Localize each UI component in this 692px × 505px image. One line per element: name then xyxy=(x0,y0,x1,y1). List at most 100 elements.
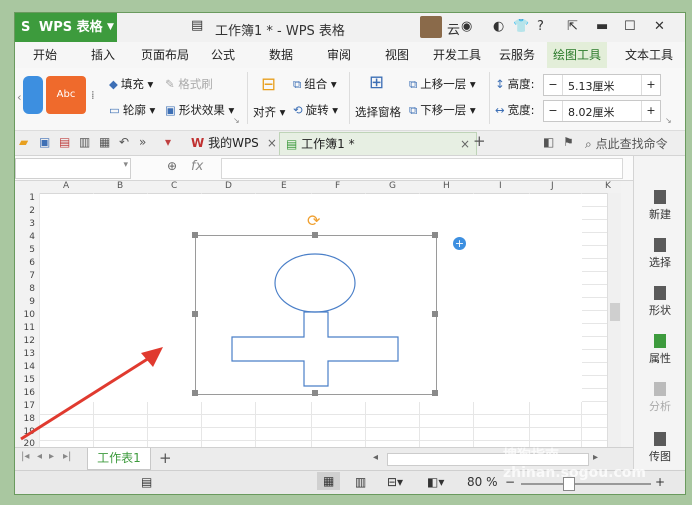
tab-view[interactable]: 视图 xyxy=(385,42,409,68)
close-tab-icon[interactable]: × xyxy=(267,136,277,150)
cloud-status-icon[interactable]: ◉ xyxy=(461,19,472,34)
formula-input[interactable] xyxy=(221,158,623,179)
sheet-nav-prev-icon[interactable]: ◂ xyxy=(37,451,42,462)
size-dialog-launcher-icon[interactable]: ↘ xyxy=(665,116,672,125)
page-layout-view-button[interactable]: ⊟▾ xyxy=(387,475,403,489)
align-button[interactable]: 对齐 ▾ xyxy=(253,104,285,120)
height-field[interactable]: − 5.13厘米 + xyxy=(543,74,661,96)
save-icon[interactable]: ▣ xyxy=(39,135,50,149)
dialog-launcher-icon[interactable]: ↘ xyxy=(233,116,240,125)
print-icon[interactable]: ▥ xyxy=(79,135,90,149)
search-icon: ⌕ xyxy=(585,137,592,151)
vertical-scrollbar[interactable] xyxy=(607,193,621,447)
width-field[interactable]: − 8.02厘米 + xyxy=(543,100,661,122)
rotate-icon: ⟲ xyxy=(293,103,303,117)
send-backward-button[interactable]: ⧉ 下移一层 ▾ xyxy=(409,102,476,118)
outline-button[interactable]: ▭ 轮廓 ▾ xyxy=(109,102,155,118)
properties-icon xyxy=(654,334,666,348)
height-decrement-button[interactable]: − xyxy=(544,75,563,95)
close-button[interactable]: ✕ xyxy=(654,19,665,34)
chevron-down-icon[interactable]: ▾ xyxy=(123,160,128,170)
new-tab-button[interactable]: + xyxy=(473,132,486,150)
panel-shape[interactable]: 形状 xyxy=(634,286,685,318)
scroll-thumb[interactable] xyxy=(610,303,620,321)
worksheet-grid[interactable]: A B C D E F G H I J K 1 2 3 4 5 6 7 8 9 … xyxy=(15,181,621,447)
help-button[interactable]: ? xyxy=(537,19,544,34)
undo-icon[interactable]: ↶ xyxy=(119,135,129,149)
fill-button[interactable]: ◆ 填充 ▾ xyxy=(109,76,153,92)
selection-pane-button[interactable]: 选择窗格 xyxy=(355,104,401,120)
panel-analyze[interactable]: 分析 xyxy=(634,382,685,414)
doc-icon[interactable]: ◧ xyxy=(543,135,554,149)
tab-developer[interactable]: 开发工具 xyxy=(433,42,481,68)
tab-text-tools[interactable]: 文本工具 xyxy=(625,42,673,68)
shape-effect-button[interactable]: ▣ 形状效果 ▾ xyxy=(165,102,234,118)
fx-button[interactable]: fx xyxy=(191,159,203,174)
fullscreen-icon[interactable]: ⇱ xyxy=(567,19,578,34)
sheet-doc-icon: ▤ xyxy=(286,137,298,151)
ribbon: ‹ Abc ⁞ ◆ 填充 ▾ ✎ 格式刷 ▭ 轮廓 ▾ ▣ 形状效果 ▾ ↘ ⊟ 对齐… xyxy=(15,68,685,131)
shape-style-blue[interactable] xyxy=(23,76,43,114)
panel-properties[interactable]: 属性 xyxy=(634,334,685,366)
tab-page-layout[interactable]: 页面布局 xyxy=(141,42,189,68)
name-box[interactable]: ▾ xyxy=(15,158,131,179)
style-more-icon[interactable]: ⁞ xyxy=(91,88,95,102)
normal-view-button[interactable]: ▦ xyxy=(317,472,341,490)
width-value[interactable]: 8.02厘米 xyxy=(568,104,615,120)
zoom-slider[interactable] xyxy=(521,483,651,485)
tab-drawing-tools[interactable]: 绘图工具 xyxy=(547,42,608,70)
avatar[interactable] xyxy=(420,16,442,38)
height-value[interactable]: 5.13厘米 xyxy=(568,78,615,94)
group-button[interactable]: ⧉ 组合 ▾ xyxy=(293,76,337,92)
width-decrement-button[interactable]: − xyxy=(544,101,563,121)
sheet-nav-last-icon[interactable]: ▸| xyxy=(63,451,71,462)
chevron-left-icon[interactable]: ‹ xyxy=(17,90,22,104)
add-sheet-button[interactable]: + xyxy=(159,449,172,467)
shape-style-orange[interactable]: Abc xyxy=(46,76,86,114)
female-symbol-shape[interactable] xyxy=(15,181,621,447)
panel-new[interactable]: 新建 xyxy=(634,190,685,222)
tab-cloud-service[interactable]: 云服务 xyxy=(499,42,535,68)
bring-forward-button[interactable]: ⧉ 上移一层 ▾ xyxy=(409,76,476,92)
more-icon[interactable]: » xyxy=(139,135,146,149)
command-search[interactable]: ⌕ 点此查找命令 xyxy=(585,135,668,152)
page-break-view-button[interactable]: ▥ xyxy=(355,475,366,489)
sheet-nav-first-icon[interactable]: |◂ xyxy=(21,451,29,462)
format-brush-button[interactable]: ✎ 格式刷 xyxy=(165,76,213,92)
panel-select[interactable]: 选择 xyxy=(634,238,685,270)
zoom-value[interactable]: 80 % xyxy=(467,475,498,489)
tab-data[interactable]: 数据 xyxy=(269,42,293,68)
export-pdf-icon[interactable]: ▤ xyxy=(59,135,70,149)
tab-workbook1[interactable]: ▤ 工作簿1 * × xyxy=(279,132,477,155)
width-increment-button[interactable]: + xyxy=(641,101,660,121)
zoom-icon[interactable]: ⊕ xyxy=(167,159,177,173)
flag-icon[interactable]: ⚑ xyxy=(563,135,574,149)
user-label[interactable]: 云 xyxy=(447,19,460,38)
window-title: 工作簿1 * - WPS 表格 xyxy=(215,24,345,39)
tab-review[interactable]: 审阅 xyxy=(327,42,351,68)
reading-mode-button[interactable]: ◧▾ xyxy=(427,475,444,489)
tab-insert[interactable]: 插入 xyxy=(91,42,115,68)
minimize-button[interactable]: ▬ xyxy=(596,19,608,34)
sheet-nav-next-icon[interactable]: ▸ xyxy=(49,451,54,462)
task-pane: 新建 选择 形状 属性 分析 传图 xyxy=(633,156,685,469)
rotate-button[interactable]: ⟲ 旋转 ▾ xyxy=(293,102,338,118)
selection-pane-icon: ⊞ xyxy=(369,72,385,93)
app-name: WPS 表格 xyxy=(38,20,103,35)
document-tab-strip: ▰ ▣ ▤ ▥ ▦ ↶ » ▾ W 我的WPS × ▤ 工作簿1 * × + ◧ ⚑… xyxy=(15,131,685,156)
tab-formulas[interactable]: 公式 xyxy=(211,42,235,68)
app-menu-button[interactable]: S WPS 表格 ▼ xyxy=(15,13,117,42)
scroll-left-icon[interactable]: ◂ xyxy=(373,452,378,463)
sync-icon[interactable]: ◐ xyxy=(493,19,504,34)
tab-my-wps[interactable]: W 我的WPS × xyxy=(185,132,283,154)
maximize-button[interactable]: ☐ xyxy=(624,19,636,34)
tab-home[interactable]: 开始 xyxy=(33,42,57,68)
sheet-tab-sheet1[interactable]: 工作表1 xyxy=(87,448,151,470)
height-increment-button[interactable]: + xyxy=(641,75,660,95)
open-folder-icon[interactable]: ▰ xyxy=(19,135,28,149)
close-tab-icon[interactable]: × xyxy=(460,133,470,155)
status-sheet-icon[interactable]: ▤ xyxy=(141,475,152,489)
print-preview-icon[interactable]: ▦ xyxy=(99,135,110,149)
customize-icon[interactable]: ▾ xyxy=(165,135,171,149)
skin-icon[interactable]: 👕 xyxy=(513,19,529,34)
